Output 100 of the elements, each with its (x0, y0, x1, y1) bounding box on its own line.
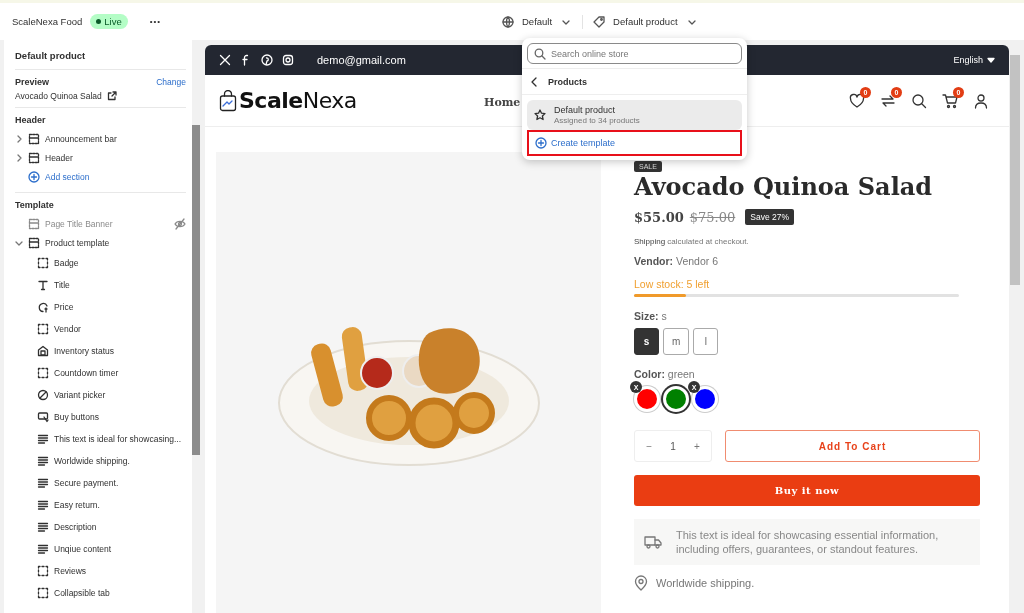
decrease-button[interactable]: − (642, 440, 656, 452)
scrollbar[interactable] (192, 40, 200, 613)
theme-selector[interactable]: Default (502, 15, 573, 28)
template-selector[interactable]: Default product (593, 15, 698, 28)
section-item[interactable]: Product template (15, 233, 186, 252)
search-icon (911, 92, 927, 109)
block-item[interactable]: This text is ideal for showcasing... (15, 428, 186, 450)
email-text: demo@gmail.com (317, 54, 406, 66)
vendor-name: Vendor 6 (675, 255, 719, 267)
block-item[interactable]: Worldwide shipping. (15, 450, 186, 472)
nav-link[interactable]: Home (484, 95, 521, 109)
pinterest-icon (261, 54, 273, 66)
house-icon (37, 345, 49, 357)
size-option[interactable]: s (634, 328, 659, 355)
block-item[interactable]: Title (15, 274, 186, 296)
cursor-icon (37, 411, 49, 423)
paragraph-icon (37, 543, 49, 555)
block-item[interactable]: Unqiue content (15, 538, 186, 560)
color-swatch[interactable] (692, 386, 718, 412)
instagram-icon (282, 54, 294, 66)
block-icon (37, 323, 49, 335)
section-item[interactable]: Page Title Banner (15, 214, 186, 233)
option-subtitle: Assigned to 34 products (554, 116, 640, 125)
color-label: Color: (634, 368, 665, 380)
color-value: green (666, 368, 695, 380)
search-icon (534, 48, 546, 60)
section-icon (28, 151, 40, 164)
size-value: s (660, 310, 667, 322)
quantity-value: 1 (670, 440, 676, 452)
feature-text: Worldwide shipping. (656, 577, 755, 589)
add-to-cart-button[interactable]: Add To Cart (725, 430, 980, 462)
truck-icon (644, 535, 662, 549)
option-title: Default product (554, 105, 617, 115)
block-item[interactable]: Price (15, 296, 186, 318)
block-item[interactable]: Variant picker (15, 384, 186, 406)
block-item[interactable]: Description (15, 516, 186, 538)
save-badge: Save 27% (745, 209, 794, 225)
cart-icon (942, 92, 958, 109)
section-item[interactable]: Header (15, 148, 186, 167)
add-section-link[interactable]: Add section (15, 167, 186, 186)
compare-price: $75.00 (689, 209, 736, 225)
external-link-icon (106, 91, 117, 101)
price-icon (37, 301, 49, 313)
group-title: Header (15, 115, 46, 125)
paragraph-icon (37, 477, 49, 489)
paragraph-icon (37, 521, 49, 533)
vendor-label: Vendor: (634, 255, 674, 267)
search-field[interactable]: Search online store (527, 43, 742, 64)
x-logo-icon (219, 54, 231, 66)
section-icon (28, 217, 40, 230)
back-button[interactable]: Products (522, 68, 747, 95)
block-item[interactable]: Secure payment. (15, 472, 186, 494)
shipping-link[interactable]: Shipping (634, 237, 666, 246)
info-text: This text is ideal for showcasing essential information, including offers, guarantees, or standout features. (676, 528, 940, 556)
caret-down-icon (987, 57, 995, 63)
eye-slash-icon (174, 217, 186, 230)
text-icon (37, 279, 49, 291)
panel-title: Default product (15, 40, 186, 70)
section-icon (28, 132, 40, 145)
block-icon (37, 565, 49, 577)
block-icon (37, 587, 49, 599)
more-button[interactable]: ••• (149, 17, 162, 26)
language-selector[interactable]: English (953, 55, 995, 65)
increase-button[interactable]: + (690, 440, 704, 452)
heart-icon (849, 92, 865, 109)
block-item[interactable]: Reviews (15, 560, 186, 582)
create-template-link[interactable]: Create template (527, 130, 742, 156)
size-option[interactable]: m (663, 328, 690, 355)
group-title: Template (15, 200, 54, 210)
store-name: ScaleNexa Food (12, 16, 83, 27)
size-label: Size: (634, 310, 659, 322)
location-pin-icon (634, 575, 648, 591)
block-item[interactable]: Inventory status (15, 340, 186, 362)
block-icon (37, 367, 49, 379)
section-item[interactable]: Announcement bar (15, 129, 186, 148)
change-link[interactable]: Change (156, 77, 186, 91)
status-badge: Live (90, 14, 128, 29)
preview-product: Avocado Quinoa Salad (15, 91, 102, 101)
block-item[interactable]: Buy buttons (15, 406, 186, 428)
block-item[interactable]: Collapsible tab (15, 582, 186, 604)
template-option[interactable]: Default product Assigned to 34 products (527, 100, 742, 130)
paragraph-icon (37, 455, 49, 467)
chevron-left-icon (530, 76, 538, 87)
section-icon (28, 236, 40, 249)
globe-icon (502, 15, 514, 28)
block-item[interactable]: Easy return. (15, 494, 186, 516)
block-item[interactable]: Badge (15, 252, 186, 274)
buy-now-button[interactable]: Buy it now (634, 475, 980, 506)
block-item[interactable]: Vendor (15, 318, 186, 340)
color-swatch[interactable] (634, 386, 660, 412)
preview-label: Preview (15, 77, 50, 87)
shipping-text: calculated at checkout. (666, 237, 749, 246)
size-option[interactable]: l (693, 328, 719, 355)
block-item[interactable]: Countdown timer (15, 362, 186, 384)
paragraph-icon (37, 499, 49, 511)
user-icon (973, 92, 989, 109)
paragraph-icon (37, 433, 49, 445)
shopping-bag-icon (219, 89, 237, 112)
plus-circle-icon (535, 137, 547, 149)
color-swatch[interactable] (663, 386, 689, 412)
